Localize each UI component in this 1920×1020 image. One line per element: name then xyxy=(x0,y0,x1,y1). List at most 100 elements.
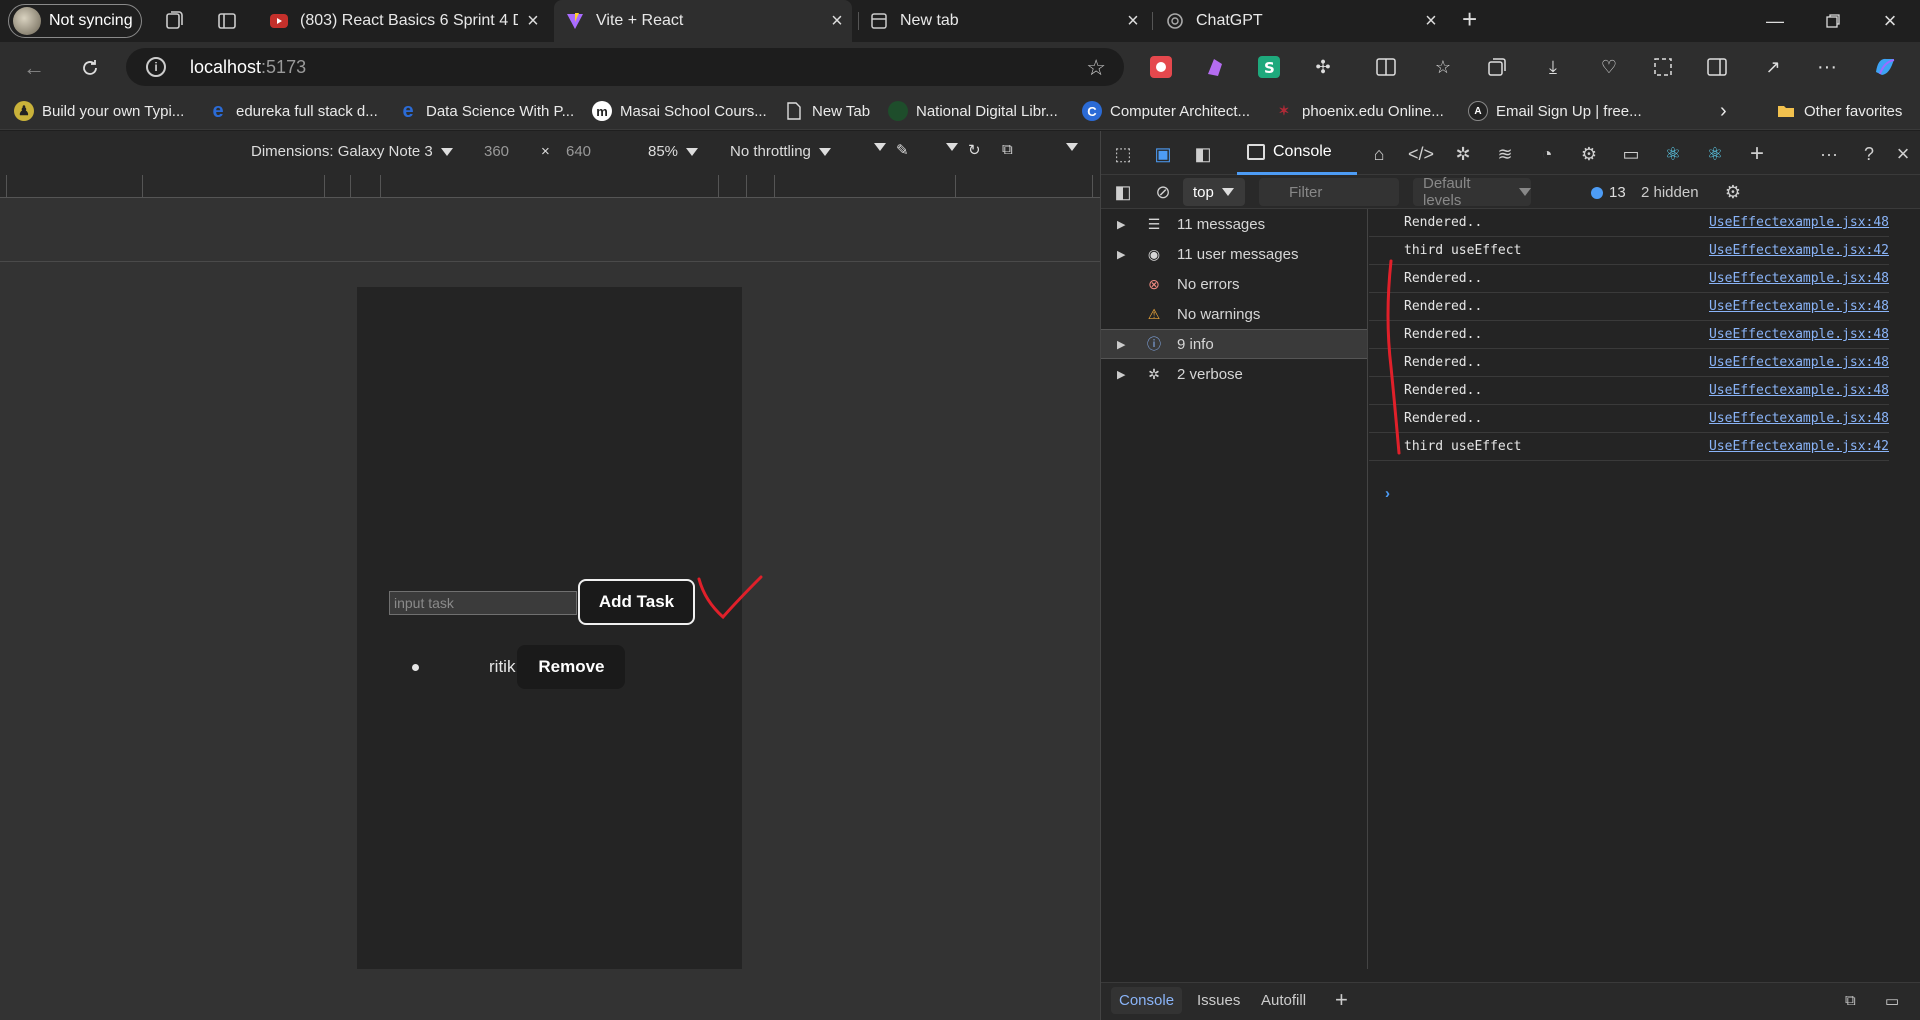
close-icon[interactable]: × xyxy=(822,10,852,33)
tab-actions-icon[interactable] xyxy=(215,9,239,33)
vision-options[interactable] xyxy=(938,143,958,151)
sidebar-item-warnings[interactable]: ⚠ No warnings xyxy=(1101,299,1367,329)
bookmark-item[interactable]: C Computer Architect... xyxy=(1082,100,1250,122)
close-icon[interactable]: × xyxy=(1416,10,1446,33)
collapse-drawer-icon[interactable]: ▭ xyxy=(1885,992,1899,1010)
source-link[interactable]: UseEffectexample.jsx:48 xyxy=(1709,411,1889,426)
bookmark-item[interactable]: National Digital Libr... xyxy=(888,100,1058,122)
source-link[interactable]: UseEffectexample.jsx:42 xyxy=(1709,439,1889,454)
collections-icon[interactable] xyxy=(1484,54,1510,80)
bookmarks-overflow-icon[interactable]: › xyxy=(1720,100,1727,122)
more-options-icon[interactable]: ··· xyxy=(1814,54,1840,80)
bookmark-item[interactable]: e edureka full stack d... xyxy=(208,100,377,122)
bookmark-item[interactable]: e Data Science With P... xyxy=(398,100,574,122)
message-count-badge[interactable]: 13 xyxy=(1591,184,1626,201)
downloads-icon[interactable]: ⤓ xyxy=(1540,54,1566,80)
favorites-icon[interactable]: ☆ xyxy=(1430,54,1456,80)
sidebar-item-verbose[interactable]: ▶ ✲ 2 verbose xyxy=(1101,359,1367,389)
minimize-icon[interactable]: — xyxy=(1745,6,1805,36)
inspect-element-icon[interactable]: ⬚ xyxy=(1111,142,1135,166)
tab-new-tab[interactable]: New tab × xyxy=(858,0,1148,42)
bookmark-item[interactable]: m Masai School Cours... xyxy=(592,100,767,122)
ruler-segment[interactable] xyxy=(774,175,775,198)
screenshot-icon[interactable] xyxy=(1650,54,1676,80)
workspaces-icon[interactable] xyxy=(162,9,186,33)
ruler-segment[interactable] xyxy=(380,175,381,198)
ruler-segment[interactable] xyxy=(142,175,143,198)
device-select[interactable]: Dimensions: Galaxy Note 3 xyxy=(251,143,453,160)
ruler-segment[interactable] xyxy=(6,175,7,198)
add-tool-plus-icon[interactable]: + xyxy=(1745,140,1769,167)
sidebar-item-info[interactable]: ▶ ⓘ 9 info xyxy=(1101,329,1367,359)
drawer-tab-issues[interactable]: Issues xyxy=(1197,992,1240,1009)
help-icon[interactable]: ? xyxy=(1857,142,1881,166)
settings-gear-icon[interactable]: ⚙ xyxy=(1577,142,1601,166)
console-settings-icon[interactable]: ⚙ xyxy=(1721,180,1745,204)
elements-code-icon[interactable]: </> xyxy=(1408,142,1434,166)
more-device-options[interactable] xyxy=(866,143,886,151)
zoom-select[interactable]: 85% xyxy=(648,143,699,160)
extensions-puzzle-icon[interactable]: ✣ xyxy=(1310,54,1336,80)
tab-chatgpt[interactable]: ChatGPT × xyxy=(1154,0,1446,42)
close-icon[interactable]: × xyxy=(1118,10,1148,33)
throttling-select[interactable]: No throttling xyxy=(730,143,831,160)
extension-red-icon[interactable] xyxy=(1148,54,1174,80)
refresh-icon[interactable] xyxy=(76,54,104,82)
clear-console-icon[interactable]: ⊘ xyxy=(1151,180,1175,204)
device-toggle-icon[interactable]: ▣ xyxy=(1151,142,1175,166)
network-wifi-icon[interactable]: ≋ xyxy=(1493,142,1517,166)
url-input[interactable]: i localhost:5173 ☆ xyxy=(126,48,1124,86)
drawer-tab-console[interactable]: Console xyxy=(1111,987,1183,1014)
bookmark-item[interactable]: ✶ phoenix.edu Online... xyxy=(1274,100,1444,122)
posture-icon[interactable]: ⧉ xyxy=(1002,141,1013,158)
source-link[interactable]: UseEffectexample.jsx:48 xyxy=(1709,383,1889,398)
sidebar-item-user-messages[interactable]: ▶ ◉ 11 user messages xyxy=(1101,239,1367,269)
add-drawer-tab-plus-icon[interactable]: + xyxy=(1335,987,1348,1013)
favorite-star-icon[interactable]: ☆ xyxy=(1086,55,1106,81)
sidebar-item-messages[interactable]: ▶ ☰ 11 messages xyxy=(1101,209,1367,239)
source-link[interactable]: UseEffectexample.jsx:48 xyxy=(1709,299,1889,314)
close-devtools-icon[interactable]: × xyxy=(1891,141,1915,166)
source-link[interactable]: UseEffectexample.jsx:48 xyxy=(1709,271,1889,286)
close-icon[interactable]: × xyxy=(518,10,548,33)
dock-side-icon[interactable]: ◧ xyxy=(1191,142,1215,166)
context-select[interactable]: top xyxy=(1183,178,1245,206)
share-icon[interactable]: ↗ xyxy=(1760,54,1786,80)
ruler-segment[interactable] xyxy=(324,175,325,198)
source-link[interactable]: UseEffectexample.jsx:48 xyxy=(1709,215,1889,230)
filter-input[interactable]: Filter xyxy=(1259,178,1399,206)
bookmark-item[interactable]: ♟ Build your own Typi... xyxy=(14,100,184,122)
ruler-segment[interactable] xyxy=(955,175,956,198)
device-height-input[interactable]: 640 xyxy=(566,143,591,160)
task-input[interactable]: input task xyxy=(389,591,577,615)
performance-icon[interactable]: ◔ xyxy=(1535,142,1559,166)
add-task-button[interactable]: Add Task xyxy=(578,579,695,625)
rotate-icon[interactable]: ↻ xyxy=(968,141,981,159)
sidebar-toggle-icon[interactable]: ◧ xyxy=(1111,180,1135,204)
drawer-tab-autofill[interactable]: Autofill xyxy=(1261,992,1306,1009)
other-favorites-folder[interactable]: Other favorites xyxy=(1776,100,1902,122)
eyedropper-icon[interactable]: ✎ xyxy=(896,141,909,159)
browser-essentials-icon[interactable]: ♡ xyxy=(1596,54,1622,80)
source-link[interactable]: UseEffectexample.jsx:48 xyxy=(1709,327,1889,342)
new-tab-plus-icon[interactable]: + xyxy=(1462,4,1486,34)
split-screen-icon[interactable] xyxy=(1373,54,1399,80)
back-icon[interactable]: ← xyxy=(20,54,48,82)
react-profiler-icon[interactable]: ⚛ xyxy=(1703,142,1727,166)
sources-bug-icon[interactable]: ✲ xyxy=(1451,142,1475,166)
more-tools-icon[interactable]: ··· xyxy=(1817,142,1841,166)
ruler-segment[interactable] xyxy=(350,175,351,198)
extension-s-icon[interactable]: S xyxy=(1256,54,1282,80)
tab-youtube[interactable]: (803) React Basics 6 Sprint 4 Day 6 × xyxy=(258,0,548,42)
device-width-input[interactable]: 360 xyxy=(484,143,509,160)
source-link[interactable]: UseEffectexample.jsx:48 xyxy=(1709,355,1889,370)
application-icon[interactable]: ▭ xyxy=(1619,142,1643,166)
window-close-icon[interactable]: × xyxy=(1860,6,1920,36)
profile-button[interactable]: Not syncing xyxy=(8,4,142,38)
tab-console[interactable]: Console xyxy=(1237,131,1357,175)
ruler-segment[interactable] xyxy=(1092,175,1093,198)
dock-drawer-icon[interactable]: ⧉ xyxy=(1845,992,1856,1009)
welcome-home-icon[interactable]: ⌂ xyxy=(1367,142,1391,166)
sidebar-item-errors[interactable]: ⊗ No errors xyxy=(1101,269,1367,299)
ruler-segment[interactable] xyxy=(746,175,747,198)
